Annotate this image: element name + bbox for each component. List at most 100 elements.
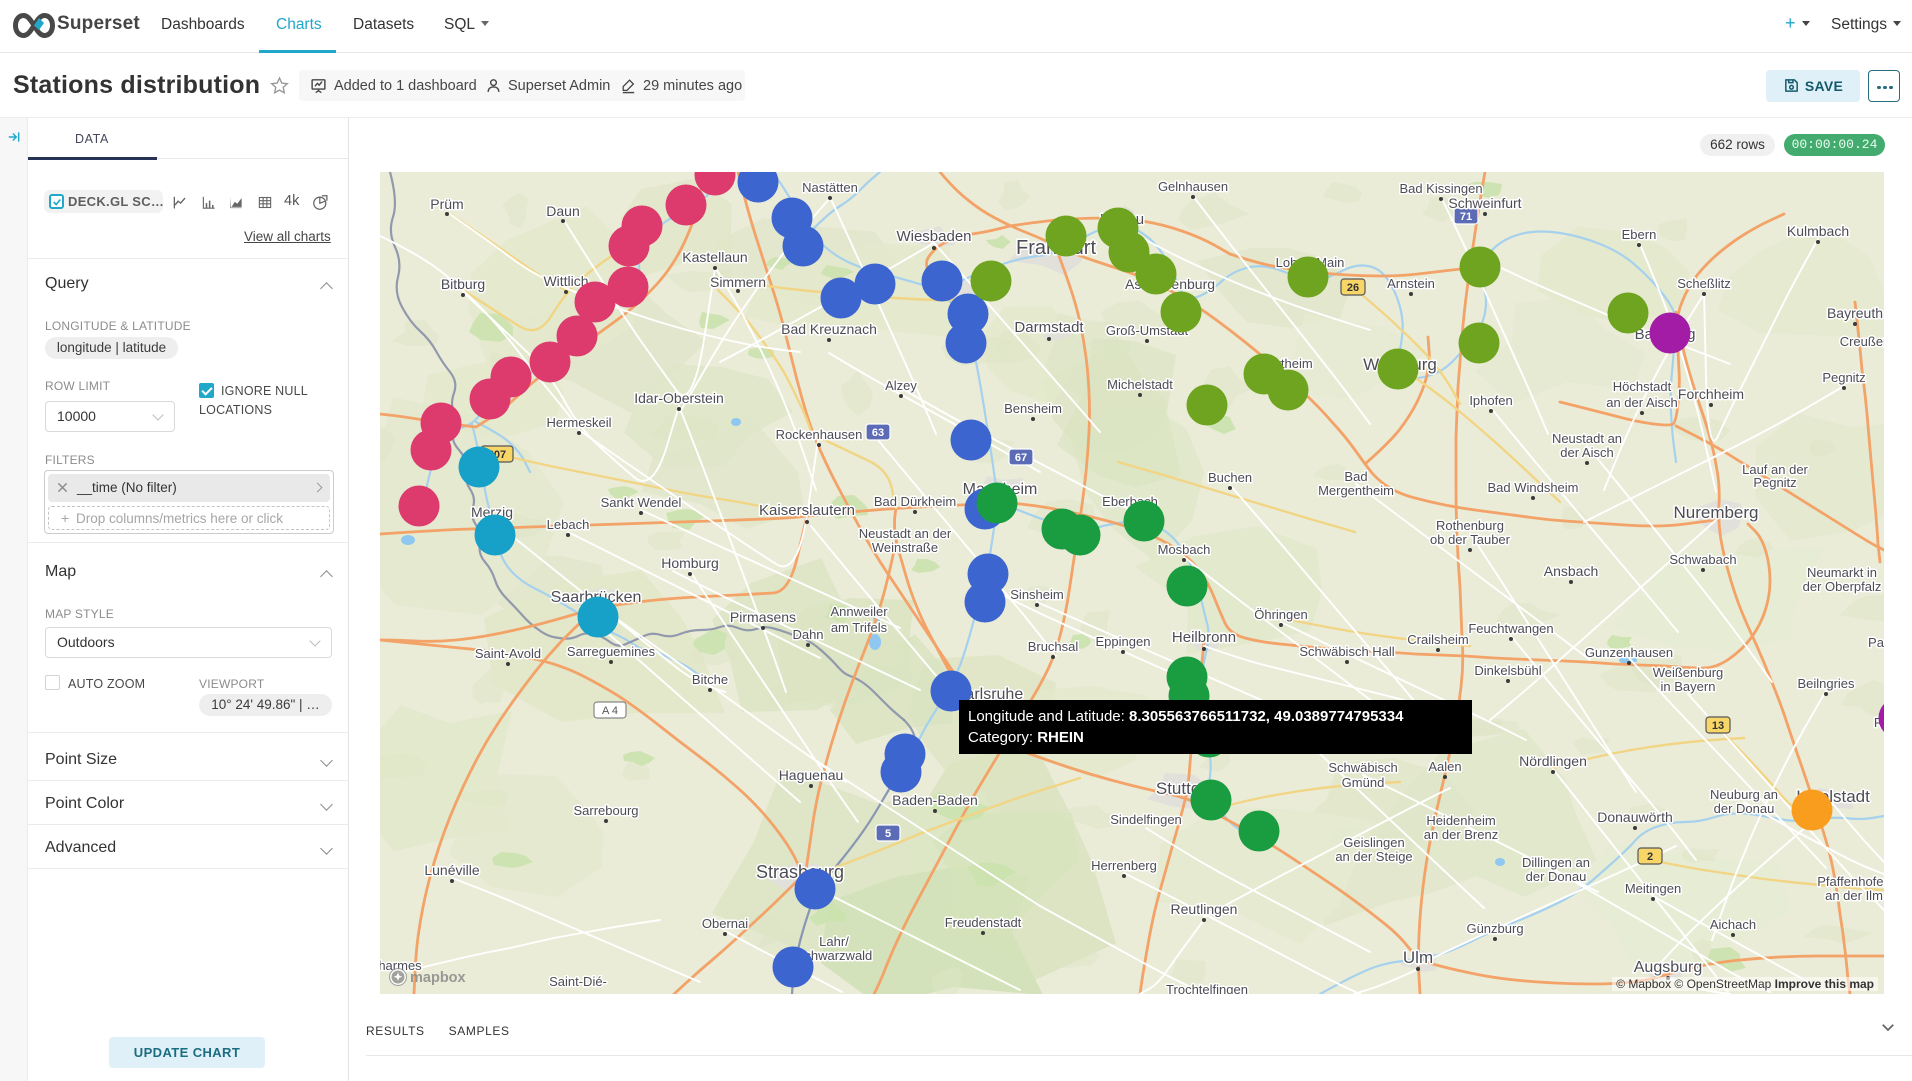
svg-text:an der Steige: an der Steige — [1335, 849, 1412, 864]
svg-text:Bruchsal: Bruchsal — [1028, 639, 1079, 654]
svg-text:Bad Windsheim: Bad Windsheim — [1487, 480, 1578, 495]
svg-text:an der Ilm: an der Ilm — [1825, 888, 1883, 903]
svg-text:Creußen: Creußen — [1840, 334, 1884, 349]
svg-text:Augsburg: Augsburg — [1634, 959, 1703, 976]
svg-text:Sarreguemines: Sarreguemines — [567, 644, 656, 659]
svg-text:Dillingen an: Dillingen an — [1522, 855, 1590, 870]
svg-text:Alzey: Alzey — [885, 378, 917, 393]
svg-text:67: 67 — [1015, 452, 1027, 464]
svg-text:Gmünd: Gmünd — [1342, 775, 1385, 790]
svg-text:Pa: Pa — [1868, 635, 1884, 650]
svg-text:Neuburg an: Neuburg an — [1710, 787, 1778, 802]
svg-text:Heilbronn: Heilbronn — [1172, 629, 1236, 646]
svg-text:Aichach: Aichach — [1710, 917, 1756, 932]
svg-text:Schweinfurt: Schweinfurt — [1448, 195, 1521, 211]
svg-text:Prüm: Prüm — [430, 196, 463, 212]
svg-text:Bad Kissingen: Bad Kissingen — [1399, 181, 1482, 196]
svg-text:Bitburg: Bitburg — [441, 276, 485, 292]
svg-text:Mosbach: Mosbach — [1158, 542, 1211, 557]
svg-text:5: 5 — [885, 828, 891, 840]
svg-text:26: 26 — [1347, 282, 1359, 294]
svg-text:Pegnitz: Pegnitz — [1753, 475, 1796, 490]
svg-text:Weißenburg: Weißenburg — [1653, 665, 1724, 680]
svg-text:mapbox: mapbox — [410, 970, 466, 986]
svg-text:Haguenau: Haguenau — [779, 767, 844, 783]
svg-text:Homburg: Homburg — [661, 555, 719, 571]
svg-text:Trochtelfingen: Trochtelfingen — [1166, 982, 1248, 994]
svg-text:Idar-Oberstein: Idar-Oberstein — [634, 390, 723, 406]
svg-text:der Donau: der Donau — [1714, 801, 1775, 816]
svg-text:Kulmbach: Kulmbach — [1787, 223, 1849, 239]
svg-text:Öhringen: Öhringen — [1254, 607, 1307, 622]
svg-text:Obernai: Obernai — [702, 916, 748, 931]
svg-text:Schwabach: Schwabach — [1669, 552, 1736, 567]
svg-text:der Donau: der Donau — [1526, 869, 1587, 884]
svg-text:Höchstadt: Höchstadt — [1613, 379, 1672, 394]
svg-text:Sindelfingen: Sindelfingen — [1110, 812, 1182, 827]
svg-text:Buchen: Buchen — [1208, 470, 1252, 485]
svg-text:Gunzenhausen: Gunzenhausen — [1585, 645, 1673, 660]
svg-text:A 4: A 4 — [602, 705, 618, 717]
svg-text:Donauwörth: Donauwörth — [1597, 809, 1673, 825]
svg-text:13: 13 — [1712, 720, 1724, 732]
svg-text:Nördlingen: Nördlingen — [1519, 753, 1587, 769]
svg-text:Simmern: Simmern — [710, 274, 766, 290]
svg-text:Saint-Avold: Saint-Avold — [475, 646, 541, 661]
svg-text:Iphofen: Iphofen — [1469, 393, 1512, 408]
svg-text:Freudenstadt: Freudenstadt — [945, 915, 1022, 930]
svg-text:Baden-Baden: Baden-Baden — [892, 792, 978, 808]
svg-text:ob der Tauber: ob der Tauber — [1430, 532, 1511, 547]
svg-text:Reutlingen: Reutlingen — [1171, 901, 1238, 917]
svg-text:Kaiserslautern: Kaiserslautern — [759, 502, 855, 519]
svg-text:Hermeskeil: Hermeskeil — [546, 415, 611, 430]
svg-text:Lahr/: Lahr/ — [819, 934, 849, 949]
svg-text:Bayreuth: Bayreuth — [1827, 305, 1883, 321]
svg-text:2: 2 — [1647, 851, 1653, 863]
svg-text:Bitche: Bitche — [692, 672, 728, 687]
svg-text:Annweiler: Annweiler — [830, 604, 888, 619]
svg-text:Sarrebourg: Sarrebourg — [573, 803, 638, 818]
svg-text:der Oberpfalz: der Oberpfalz — [1803, 579, 1882, 594]
svg-text:in Bayern: in Bayern — [1661, 679, 1716, 694]
svg-text:Bad: Bad — [1344, 469, 1367, 484]
svg-text:Daun: Daun — [546, 203, 579, 219]
svg-text:Herrenberg: Herrenberg — [1091, 858, 1157, 873]
svg-text:Meitingen: Meitingen — [1625, 881, 1681, 896]
svg-text:Rockenhausen: Rockenhausen — [776, 427, 863, 442]
svg-text:Bad Dürkheim: Bad Dürkheim — [874, 494, 956, 509]
svg-text:Dahn: Dahn — [792, 627, 823, 642]
svg-text:Lebach: Lebach — [547, 517, 590, 532]
svg-text:71: 71 — [1460, 211, 1472, 223]
svg-text:Neustadt an: Neustadt an — [1552, 431, 1622, 446]
svg-text:Ansbach: Ansbach — [1544, 563, 1598, 579]
svg-text:Crailsheim: Crailsheim — [1407, 632, 1468, 647]
svg-text:63: 63 — [872, 427, 884, 439]
svg-text:Ulm: Ulm — [1403, 948, 1433, 967]
svg-text:Schwäbisch Hall: Schwäbisch Hall — [1299, 644, 1394, 659]
svg-text:Pirmasens: Pirmasens — [730, 609, 796, 625]
svg-text:Weinstraße: Weinstraße — [872, 540, 938, 555]
svg-text:Geislingen: Geislingen — [1343, 835, 1404, 850]
svg-text:Sinsheim: Sinsheim — [1010, 587, 1063, 602]
svg-text:an der Aisch: an der Aisch — [1606, 395, 1678, 410]
svg-text:Neumarkt in: Neumarkt in — [1807, 565, 1877, 580]
svg-text:Ebern: Ebern — [1622, 227, 1657, 242]
svg-text:Heidenheim: Heidenheim — [1426, 813, 1495, 828]
svg-text:Aalen: Aalen — [1428, 759, 1461, 774]
svg-text:Wiesbaden: Wiesbaden — [896, 228, 971, 245]
svg-text:Michelstadt: Michelstadt — [1107, 377, 1173, 392]
svg-text:Lunéville: Lunéville — [424, 862, 479, 878]
svg-text:an der Brenz: an der Brenz — [1424, 827, 1498, 842]
svg-text:Scheßlitz: Scheßlitz — [1677, 276, 1730, 291]
svg-text:Gelnhausen: Gelnhausen — [1158, 179, 1228, 194]
svg-text:Nastätten: Nastätten — [802, 180, 858, 195]
svg-text:Rothenburg: Rothenburg — [1436, 518, 1504, 533]
svg-text:Nuremberg: Nuremberg — [1673, 503, 1758, 522]
svg-text:Bensheim: Bensheim — [1004, 401, 1062, 416]
svg-text:Günzburg: Günzburg — [1466, 921, 1523, 936]
svg-text:Neustadt an der: Neustadt an der — [859, 526, 952, 541]
svg-text:Pfaffenhofen: Pfaffenhofen — [1817, 874, 1884, 889]
svg-text:Eppingen: Eppingen — [1096, 634, 1151, 649]
svg-text:Sankt Wendel: Sankt Wendel — [601, 495, 682, 510]
svg-text:Mergentheim: Mergentheim — [1318, 483, 1394, 498]
